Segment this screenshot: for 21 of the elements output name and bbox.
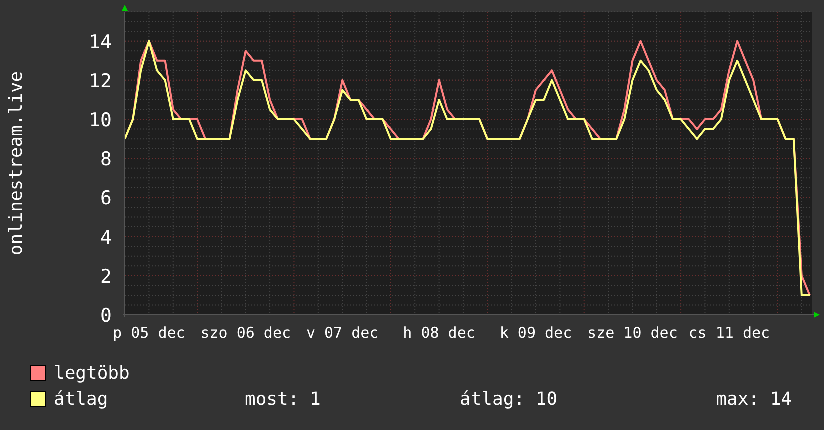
legend-label: legtöbb (54, 362, 130, 384)
y-tick-label: 6 (100, 188, 112, 210)
x-tick-label: sze 10 dec (588, 324, 678, 342)
x-tick-label: k 09 dec (500, 324, 572, 342)
y-tick-label: 0 (100, 305, 112, 327)
y-tick-label: 14 (89, 31, 112, 54)
y-tick-label: 12 (89, 70, 112, 92)
legend-label: átlag (54, 388, 108, 410)
y-tick-label: 8 (100, 148, 112, 171)
x-tick-label: h 08 dec (403, 324, 476, 342)
x-tick-label: cs 11 dec (688, 324, 770, 342)
y-tick-label: 4 (100, 226, 112, 249)
legend-stat: most: 1 (245, 388, 322, 410)
x-tick-label: p 05 dec (113, 324, 186, 342)
legend-stat: átlag: 10 (460, 388, 559, 410)
y-tick-label: 10 (89, 110, 112, 132)
y-tick-label: 2 (100, 266, 112, 288)
legend-stat: max: 14 (716, 388, 792, 410)
x-tick-label: szo 06 dec (200, 324, 292, 342)
y-axis-title: onlinestream.live (6, 71, 27, 256)
x-tick-label: v 07 dec (306, 324, 379, 342)
